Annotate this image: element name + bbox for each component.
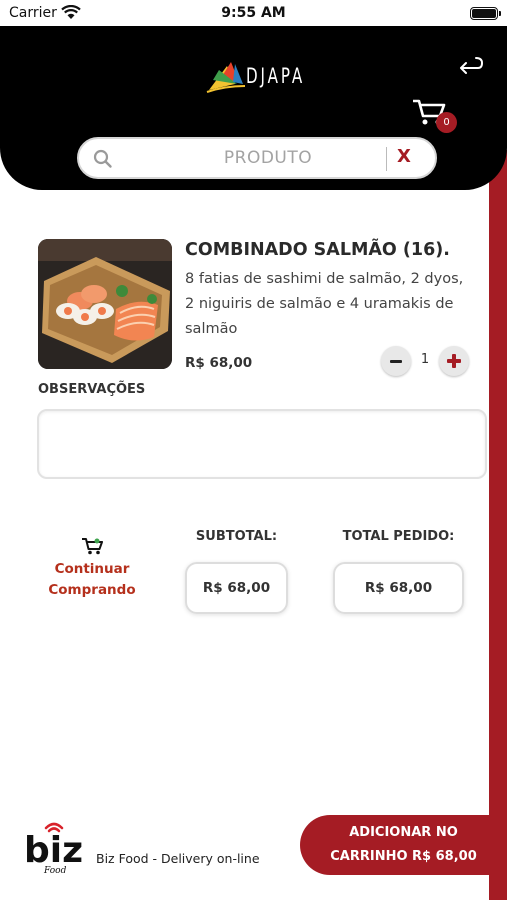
search-icon — [93, 149, 112, 168]
back-arrow-icon[interactable] — [458, 52, 484, 74]
clear-search-button[interactable]: X — [397, 146, 411, 167]
product-price: R$ 68,00 — [185, 355, 253, 371]
clock: 9:55 AM — [221, 5, 286, 21]
continue-shopping-button[interactable]: Continuar Comprando — [38, 537, 146, 601]
add-to-cart-button[interactable]: ADICIONAR NO CARRINHO R$ 68,00 — [300, 815, 507, 875]
search-bar: X — [77, 137, 437, 179]
status-bar: Carrier 9:55 AM — [0, 0, 507, 26]
product-title: COMBINADO SALMÃO (16). — [185, 240, 450, 260]
product-description: 8 fatias de sashimi de salmão, 2 dyos, 2… — [185, 271, 464, 337]
decrease-quantity-button[interactable] — [381, 346, 411, 376]
biz-food-logo: biz Food — [24, 822, 83, 876]
app-header: DJAPA 0 X — [0, 26, 507, 190]
battery-icon — [470, 7, 501, 20]
quantity-value: 1 — [420, 352, 430, 367]
search-input[interactable] — [123, 143, 413, 173]
total-order-label: TOTAL PEDIDO: — [342, 529, 455, 544]
svg-text:Food: Food — [43, 866, 67, 876]
cart-count-badge: 0 — [436, 112, 457, 133]
subtotal-value: R$ 68,00 — [185, 562, 288, 614]
product-image — [38, 239, 172, 369]
search-divider — [386, 147, 387, 171]
accent-strip — [489, 150, 507, 900]
continue-label-line2: Comprando — [48, 582, 136, 598]
continue-label-line1: Continuar — [54, 561, 130, 577]
cart-icon — [82, 538, 103, 555]
observations-field[interactable] — [37, 409, 487, 479]
observations-label: OBSERVAÇÕES — [38, 382, 146, 397]
brand-logo-text: DJAPA — [246, 64, 306, 88]
increase-quantity-button[interactable] — [439, 346, 469, 376]
add-to-cart-label-line2: CARRINHO R$ 68,00 — [330, 849, 477, 864]
add-to-cart-label-line1: ADICIONAR NO — [349, 825, 458, 840]
subtotal-label: SUBTOTAL: — [195, 529, 278, 544]
svg-text:biz: biz — [24, 830, 83, 871]
total-order-value: R$ 68,00 — [333, 562, 464, 614]
footer-tagline: Biz Food - Delivery on-line — [96, 851, 260, 866]
